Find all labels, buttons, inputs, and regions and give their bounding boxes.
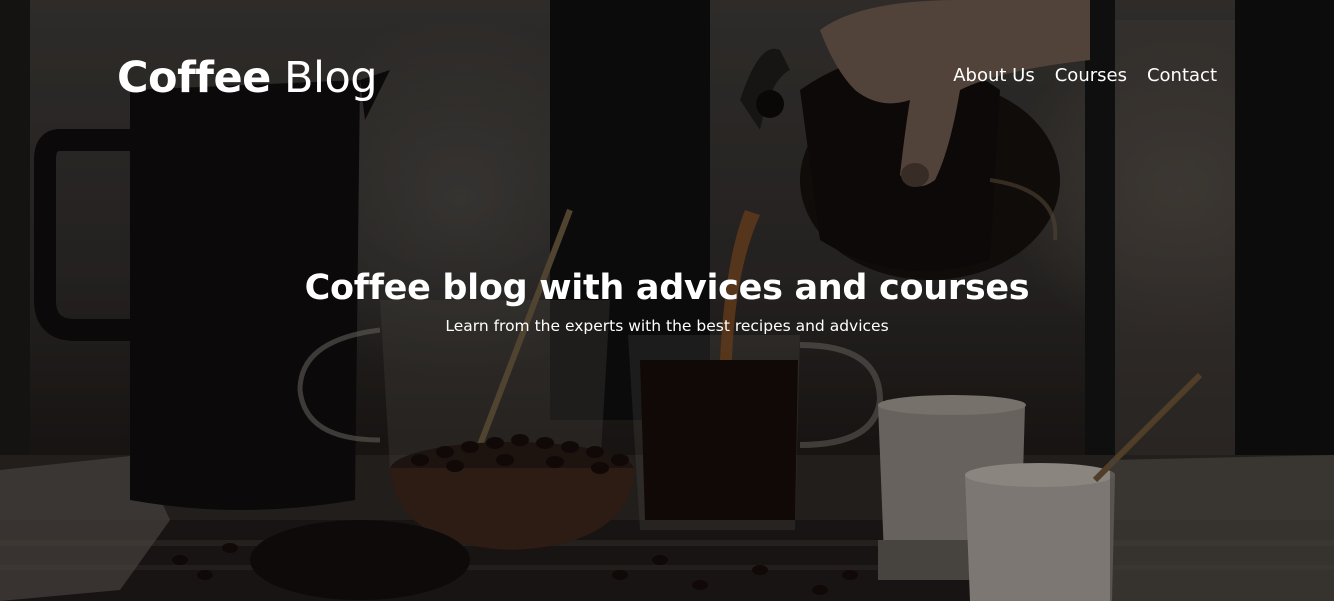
hero-title: Coffee blog with advices and courses xyxy=(304,268,1030,308)
logo-word-light: Blog xyxy=(284,53,378,103)
nav-link-about-us[interactable]: About Us xyxy=(953,63,1035,89)
nav-link-courses[interactable]: Courses xyxy=(1055,63,1127,89)
hero-text-block: Coffee blog with advices and courses Lea… xyxy=(0,264,1334,336)
main-nav: About Us Courses Contact xyxy=(953,63,1217,89)
nav-link-contact[interactable]: Contact xyxy=(1147,63,1217,89)
site-logo[interactable]: Coffee Blog xyxy=(117,52,378,104)
site-header: Coffee Blog About Us Courses Contact xyxy=(117,52,1217,112)
logo-word-bold: Coffee xyxy=(117,53,271,103)
hero-subtitle: Learn from the experts with the best rec… xyxy=(445,317,889,335)
hero-section: Coffee Blog About Us Courses Contact Cof… xyxy=(0,0,1334,601)
